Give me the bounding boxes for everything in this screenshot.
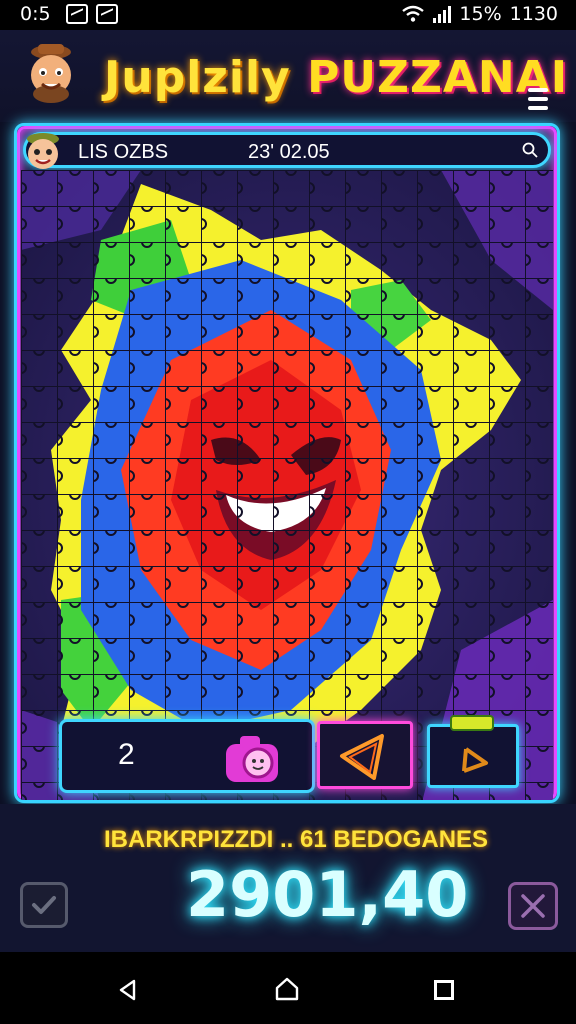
camera-piece-icon[interactable] (220, 732, 286, 786)
piece-tray[interactable]: 2 (59, 719, 315, 793)
battery-percent: 15% (459, 3, 502, 25)
mascot-logo-icon (31, 44, 71, 103)
system-nav-bar (0, 952, 576, 1024)
gallery-notification-icon (96, 4, 118, 24)
puzzle-image[interactable] (21, 170, 553, 803)
next-badge (450, 715, 494, 731)
board-info-bar: LIS OZBS 23' 02.05 (23, 132, 551, 169)
player-avatar-icon (27, 133, 59, 169)
score-value: 2901,40 (186, 858, 469, 931)
status-right: 15% 1130 (401, 3, 558, 25)
board-name-label: LIS OZBS (78, 141, 169, 163)
app-header: Juplzily PUZZANAI (0, 30, 576, 122)
wifi-icon (402, 5, 425, 22)
score-footer: IBARKRPIZZDI .. 61 BEDOGANES 2901,40 (0, 804, 576, 952)
close-icon (521, 894, 545, 918)
search-icon[interactable] (522, 142, 538, 158)
piece-count: 2 (118, 738, 135, 771)
recent-apps-icon[interactable] (434, 980, 454, 1000)
arrow-right-icon (462, 747, 488, 773)
arrow-left-icon (340, 734, 384, 780)
board-timer: 23' 02.05 (248, 141, 330, 163)
confirm-button[interactable] (20, 882, 68, 928)
home-icon[interactable] (274, 976, 300, 1002)
status-time: 0:5 (20, 3, 51, 25)
menu-button[interactable] (528, 88, 548, 110)
previous-button[interactable] (317, 721, 413, 789)
hamburger-menu-icon (528, 88, 548, 92)
app-title-part1: Juplzily (104, 52, 291, 103)
next-button[interactable] (427, 715, 519, 788)
photo-notification-icon (66, 4, 88, 24)
checkmark-icon (32, 896, 56, 914)
status-clock: 1130 (509, 3, 558, 25)
back-icon[interactable] (116, 978, 140, 1002)
signal-icon (433, 5, 452, 23)
puzzle-board: LIS OZBS 23' 02.05 2 (14, 123, 560, 803)
status-bar: 0:5 15% 1130 (0, 0, 576, 30)
app-title: Juplzily PUZZANAI (104, 52, 568, 103)
close-button[interactable] (508, 882, 558, 930)
footer-label: IBARKRPIZZDI .. 61 BEDOGANES (104, 826, 489, 853)
